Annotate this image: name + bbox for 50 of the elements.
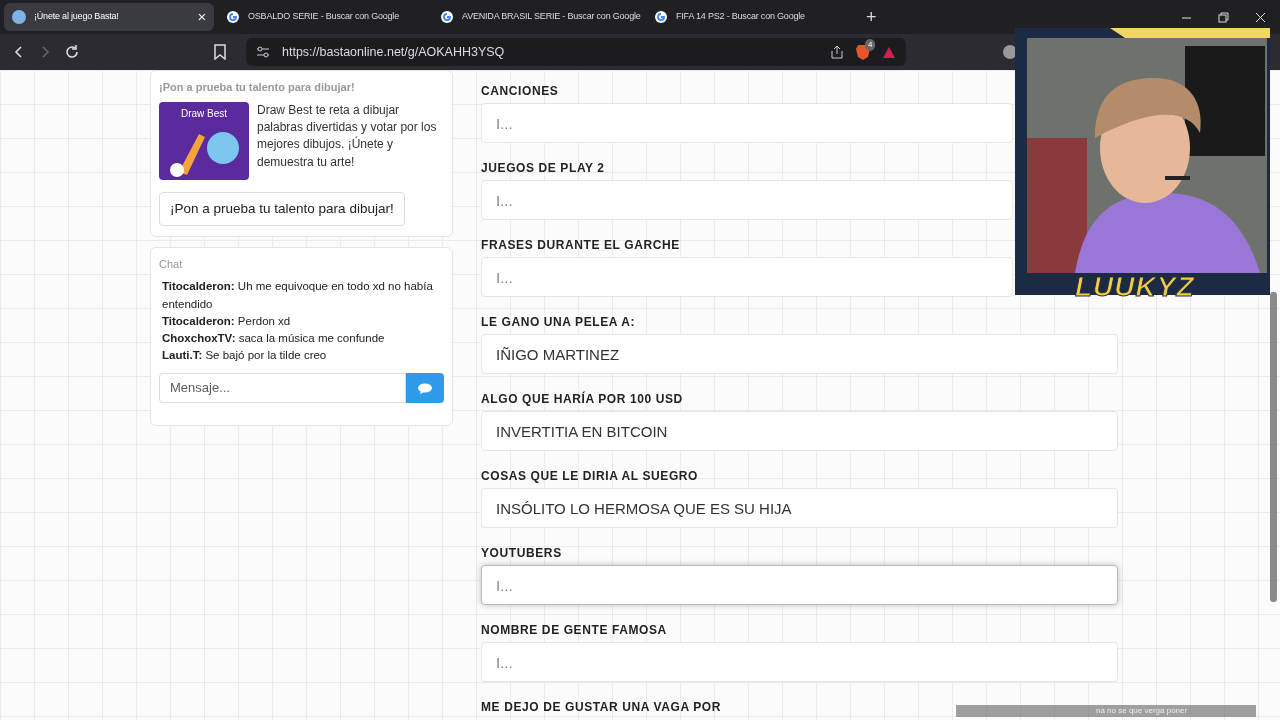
speech-bubble-icon [417,382,432,394]
browser-tab[interactable]: OSBALDO SERIE - Buscar con Google [218,3,428,31]
chat-message: Lauti.T: Se bajó por la tilde creo [161,348,328,364]
message-field[interactable]: Mensaje... [159,372,406,403]
triangle-icon[interactable] [882,45,896,59]
chat-heading: Chat [159,256,184,272]
close-tab-button[interactable]: × [197,5,206,29]
new-tab-button[interactable]: + [866,3,877,31]
answer-field[interactable]: INSÓLITO LO HERMOSA QUE ES SU HIJA [481,488,1118,528]
site-settings-icon [256,46,270,58]
browser-tab[interactable]: FIFA 14 PS2 - Buscar con Google [646,3,856,31]
chat-message: Titocalderon: Perdon xd [161,313,292,329]
promo-heading: ¡Pon a prueba tu talento para dibujar! [159,80,356,95]
promo-description: Draw Best te reta a dibujar palabras divertidas y votar por los mejores dibujos. ¡Únete y demuestra tu arte! [257,101,438,171]
close-icon[interactable] [1255,11,1266,23]
category-label: ALGO QUE HARÍA POR 100 USD [481,390,683,408]
promo-button[interactable]: ¡Pon a prueba tu talento para dibujar! [159,191,405,226]
chat-message: Titocalderon: Uh me equivoque en todo xd no había entendido [161,279,434,312]
promo-thumbnail[interactable]: Draw Best [159,101,249,180]
category-label: CANCIONES [481,83,559,100]
answer-field[interactable]: I... [481,565,1118,605]
share-icon[interactable] [830,45,844,59]
browser-tab[interactable]: AVENIDA BRASIL SERIE - Buscar con Google [432,3,642,31]
answer-field[interactable]: IÑIGO MARTINEZ [481,334,1118,374]
reload-icon[interactable] [64,44,80,60]
badge-count: 4 [865,39,876,51]
send-button[interactable] [405,372,444,403]
google-icon [440,10,454,24]
google-icon [226,10,240,24]
url-text: https://bastaonline.net/g/AOKAHH3YSQ [282,43,506,61]
category-label: ME DEJO DE GUSTAR UNA VAGA POR [481,699,722,716]
category-label: COSAS QUE LE DIRIA AL SUEGRO [481,468,699,485]
category-label: NOMBRE DE GENTE FAMOSA [481,622,667,639]
address-bar[interactable]: https://bastaonline.net/g/AOKAHH3YSQ 4 [246,38,906,66]
category-label: JUEGOS DE PLAY 2 [481,160,605,177]
restore-icon[interactable] [1218,11,1229,23]
chat-message: ChoxchoxTV: saca la música me confunde [161,331,386,346]
bookmark-icon[interactable] [214,44,226,60]
answer-field[interactable]: INVERTITIA EN BITCOIN [481,411,1118,451]
extension-icon[interactable] [1002,44,1018,60]
browser-tab[interactable]: ¡Únete al juego Basta! × [4,3,214,31]
thumbnail-title: Draw Best [179,106,229,121]
scrollbar-thumb[interactable] [1270,292,1277,602]
category-label: FRASES DURANTE EL GARCHE [481,237,680,254]
category-label: YOUTUBERS [481,545,562,562]
site-icon [12,10,26,24]
stream-chat-message: na no se que verga poner [956,705,1256,717]
streamer-name: LUUKYZ [1075,270,1195,304]
category-label: LE GANO UNA PELEA A: [481,314,635,331]
google-icon [654,10,668,24]
